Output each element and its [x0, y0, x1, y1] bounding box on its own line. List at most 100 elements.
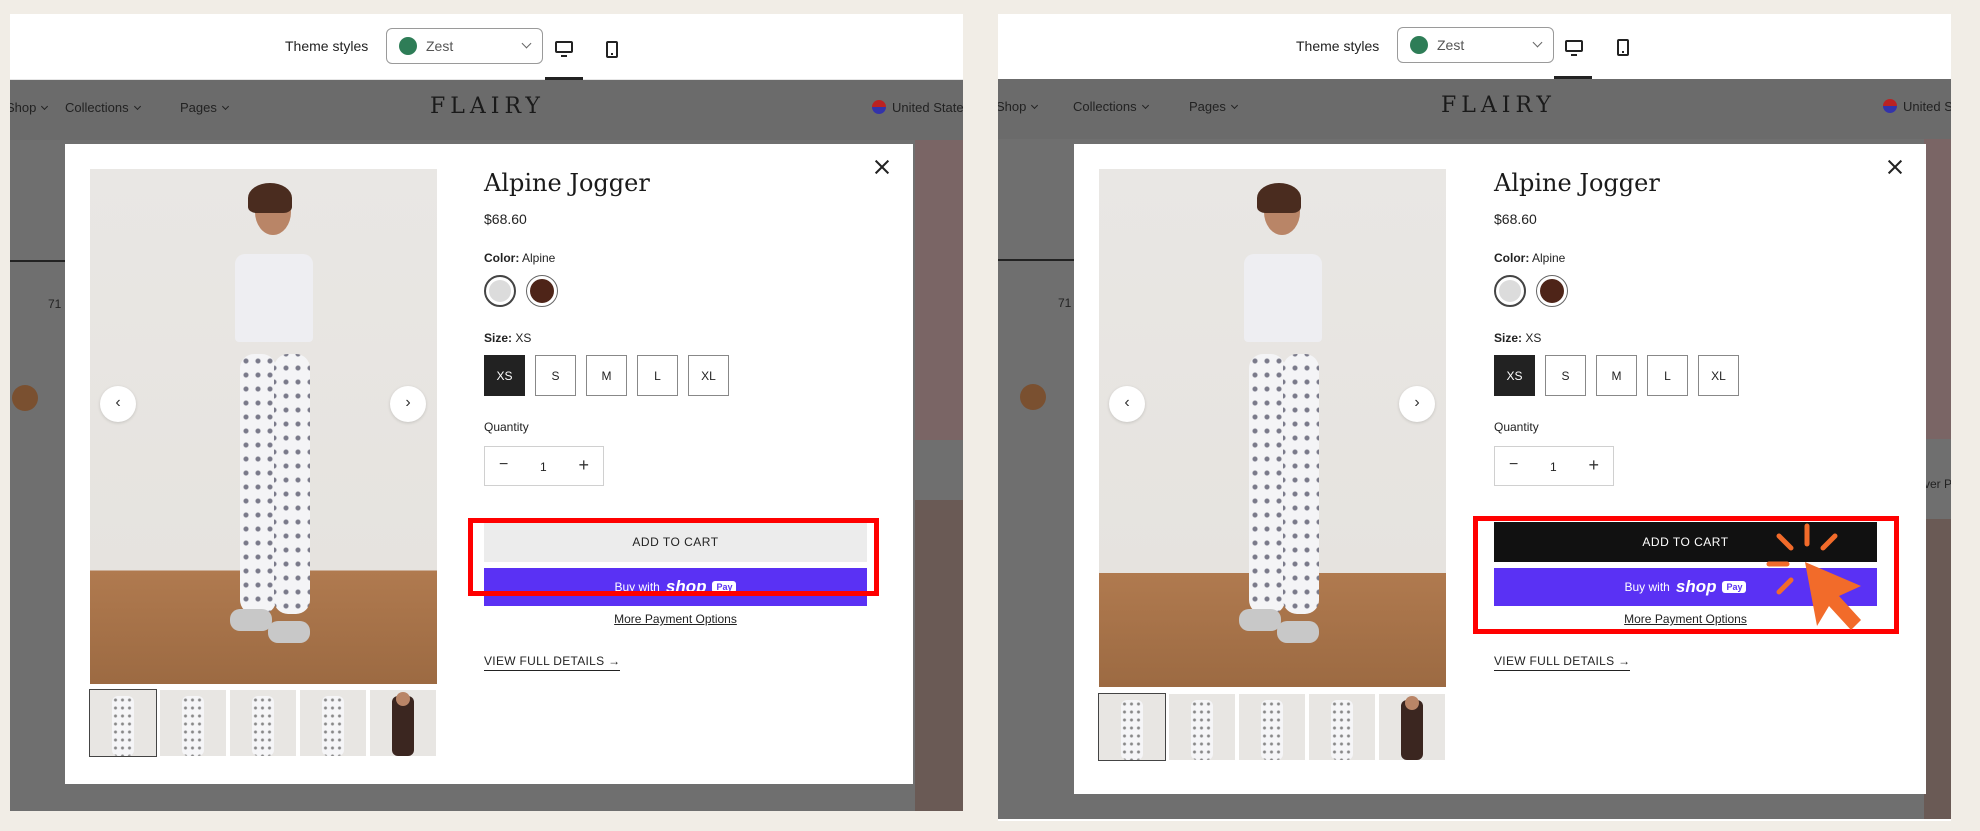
product-title: Alpine Jogger — [484, 169, 650, 197]
store-preview: Shop Collections Pages FLAIRY United Sta… — [998, 79, 1951, 819]
nav-shop[interactable]: Shop — [998, 99, 1039, 114]
theme-color-dot — [1410, 36, 1428, 54]
right-panel: Theme styles Zest Shop Collections Pages… — [998, 14, 1951, 821]
mobile-view-icon[interactable] — [1617, 39, 1629, 56]
minus-icon[interactable]: − — [499, 456, 508, 474]
color-swatch-brown[interactable] — [526, 275, 558, 307]
thumbnail[interactable] — [160, 690, 226, 756]
next-image-button[interactable]: › — [390, 386, 426, 422]
minus-icon[interactable]: − — [1509, 456, 1518, 474]
close-icon[interactable] — [1884, 156, 1906, 178]
bg-divider — [10, 260, 65, 262]
editor-toolbar: Theme styles Zest — [10, 14, 963, 80]
size-xs[interactable]: XS — [1494, 355, 1535, 396]
chevron-down-icon — [521, 38, 532, 49]
size-m[interactable]: M — [1596, 355, 1637, 396]
product-title: Alpine Jogger — [1494, 169, 1660, 197]
size-xl[interactable]: XL — [688, 355, 729, 396]
flag-icon — [1883, 99, 1897, 113]
quantity-value[interactable]: 1 — [540, 460, 547, 474]
store-preview: Shop Collections Pages FLAIRY United Sta… — [10, 80, 963, 811]
color-options — [484, 275, 869, 307]
product-price: $68.60 — [1494, 211, 1537, 227]
thumbnail[interactable] — [1098, 693, 1166, 761]
store-brand-logo[interactable]: FLAIRY — [1441, 93, 1556, 118]
size-label: Size: XS — [1494, 331, 1542, 345]
store-nav: Shop Collections Pages FLAIRY United Sta… — [10, 80, 963, 140]
color-label: Color: Alpine — [484, 251, 556, 265]
color-swatch-brown[interactable] — [1536, 275, 1568, 307]
bg-product-image — [1924, 139, 1951, 439]
size-options: XS S M L XL — [1494, 355, 1879, 396]
bg-product-image — [915, 500, 963, 811]
store-brand-logo[interactable]: FLAIRY — [430, 94, 545, 119]
thumbnail-strip — [1098, 693, 1446, 761]
theme-select-value: Zest — [1437, 37, 1465, 53]
more-payment-options-link[interactable]: More Payment Options — [484, 612, 867, 626]
theme-styles-label: Theme styles — [1296, 38, 1380, 54]
thumbnail[interactable] — [1169, 694, 1235, 760]
nav-shop[interactable]: Shop — [10, 100, 49, 115]
bg-fragment: 71 — [48, 297, 62, 311]
editor-toolbar: Theme styles Zest — [998, 14, 1951, 80]
left-panel: Theme styles Zest Shop Collections Pages… — [10, 14, 963, 811]
chevron-down-icon — [1532, 37, 1543, 48]
theme-styles-label: Theme styles — [285, 38, 369, 54]
thumbnail[interactable] — [89, 689, 157, 757]
color-options — [1494, 275, 1879, 307]
quantity-label: Quantity — [1494, 420, 1539, 434]
size-xs[interactable]: XS — [484, 355, 525, 396]
plus-icon[interactable]: + — [578, 455, 589, 476]
thumbnail[interactable] — [300, 690, 366, 756]
country-selector[interactable]: United States — [872, 100, 963, 115]
theme-select[interactable]: Zest — [386, 28, 543, 64]
size-s[interactable]: S — [535, 355, 576, 396]
bg-fragment: 71 — [1058, 296, 1072, 310]
thumbnail[interactable] — [230, 690, 296, 756]
country-selector[interactable]: United States — [1883, 99, 1951, 114]
prev-image-button[interactable]: ‹ — [100, 386, 136, 422]
bg-swatch — [12, 385, 38, 411]
bg-product-image — [1924, 519, 1951, 819]
color-swatch-alpine[interactable] — [484, 275, 516, 307]
view-full-details-link[interactable]: VIEW FULL DETAILS → — [1494, 654, 1631, 671]
next-image-button[interactable]: › — [1399, 386, 1435, 422]
plus-icon[interactable]: + — [1588, 455, 1599, 476]
thumbnail[interactable] — [1309, 694, 1375, 760]
product-price: $68.60 — [484, 211, 527, 227]
thumbnail[interactable] — [370, 690, 436, 756]
desktop-view-icon[interactable] — [1565, 40, 1583, 56]
thumbnail[interactable] — [1379, 694, 1445, 760]
color-swatch-alpine[interactable] — [1494, 275, 1526, 307]
nav-collections[interactable]: Collections — [1073, 99, 1149, 114]
size-l[interactable]: L — [1647, 355, 1688, 396]
bg-divider — [998, 259, 1074, 261]
bg-fragment: ver Pock — [1924, 477, 1951, 491]
desktop-view-icon[interactable] — [555, 41, 573, 57]
bg-swatch — [1020, 384, 1046, 410]
size-xl[interactable]: XL — [1698, 355, 1739, 396]
size-options: XS S M L XL — [484, 355, 869, 396]
quantity-label: Quantity — [484, 420, 529, 434]
color-label: Color: Alpine — [1494, 251, 1566, 265]
theme-select[interactable]: Zest — [1397, 27, 1554, 63]
bg-product-image — [915, 140, 963, 440]
theme-color-dot — [399, 37, 417, 55]
thumbnail[interactable] — [1239, 694, 1305, 760]
close-icon[interactable] — [871, 156, 893, 178]
size-s[interactable]: S — [1545, 355, 1586, 396]
quick-view-modal: ‹ › Alpine Jogger $68.60 Color: Alpine S… — [1074, 144, 1926, 794]
click-cursor-icon — [1766, 523, 1861, 630]
quantity-value[interactable]: 1 — [1550, 460, 1557, 474]
view-full-details-link[interactable]: VIEW FULL DETAILS → — [484, 654, 621, 671]
product-main-image — [1099, 169, 1446, 687]
mobile-view-icon[interactable] — [606, 41, 618, 58]
prev-image-button[interactable]: ‹ — [1109, 386, 1145, 422]
size-m[interactable]: M — [586, 355, 627, 396]
size-l[interactable]: L — [637, 355, 678, 396]
nav-collections[interactable]: Collections — [65, 100, 141, 115]
nav-pages[interactable]: Pages — [1189, 99, 1238, 114]
flag-icon — [872, 100, 886, 114]
thumbnail-strip — [89, 689, 437, 757]
nav-pages[interactable]: Pages — [180, 100, 229, 115]
